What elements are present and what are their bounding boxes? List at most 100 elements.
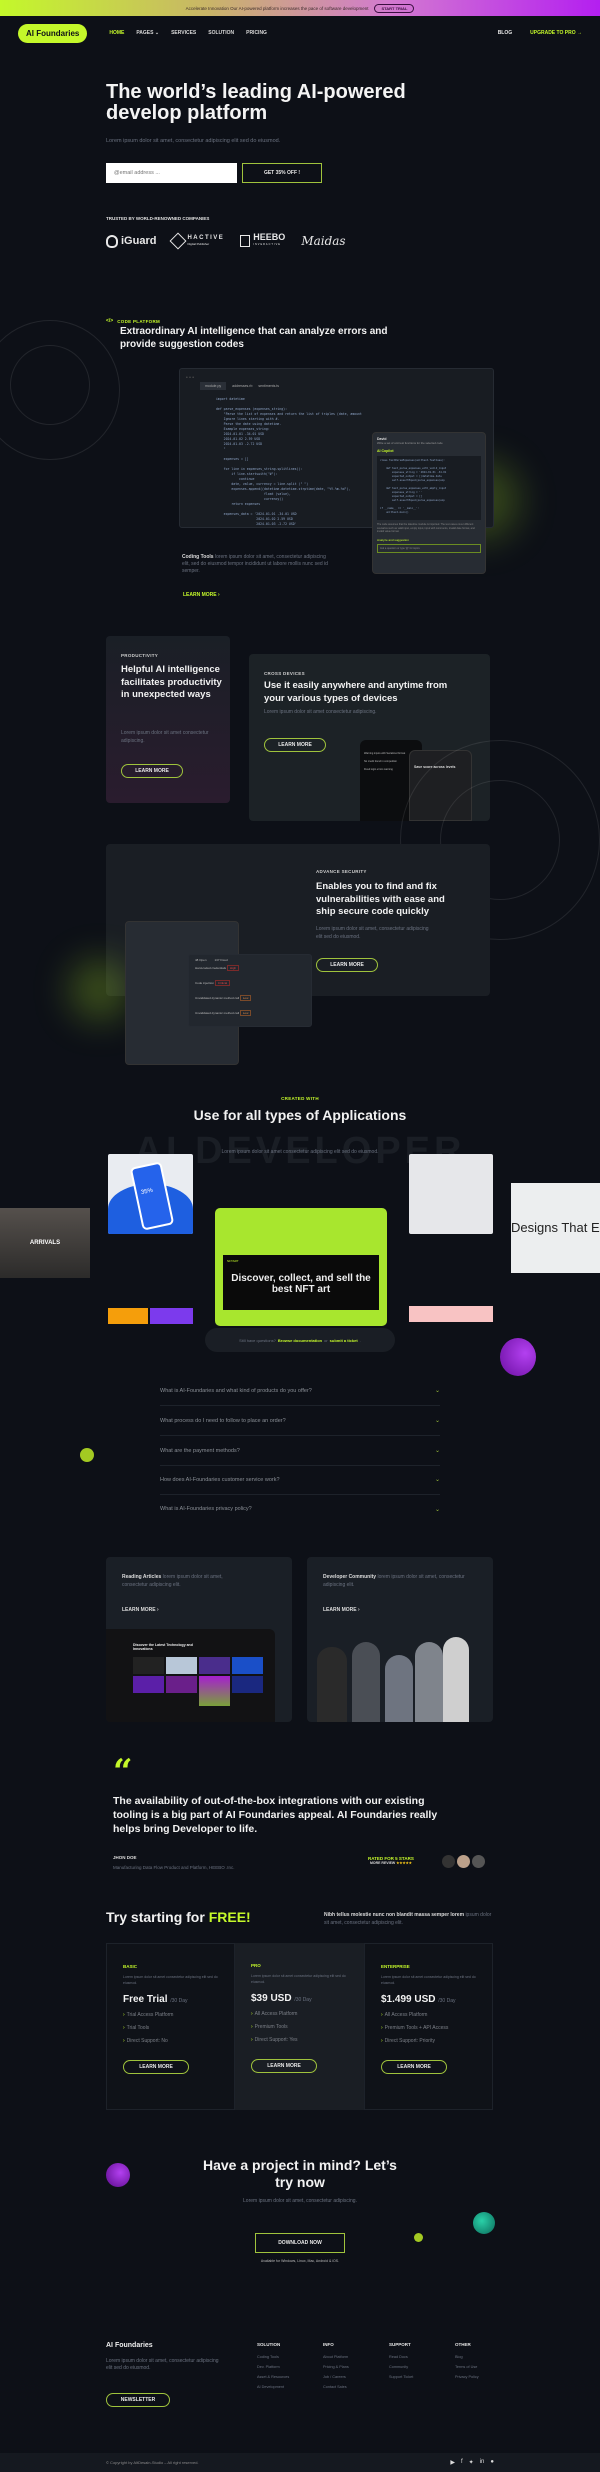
footer-link[interactable]: Job / Careers (323, 2375, 349, 2379)
showcase-dashboard (409, 1154, 493, 1234)
productivity-card: PRODUCTIVITY Helpful AI intelligence fac… (106, 636, 230, 803)
upgrade-to-pro-link[interactable]: UPGRADE TO PRO → (530, 30, 582, 36)
logo[interactable]: AI Foundaries (18, 23, 88, 43)
footer-link[interactable]: Privacy Policy (455, 2375, 479, 2379)
productivity-title: Helpful AI intelligence facilitates prod… (121, 664, 222, 700)
footer-col-info: INFO About Platform Pricing & Plans Job … (323, 2342, 349, 2389)
security-alerts: 48 Open 137 Fixed Hard-coded credentials … (188, 954, 312, 1027)
faq-item[interactable]: How does AI-Foundaries customer service … (160, 1465, 440, 1495)
code-platform-title: Extraordinary AI intelligence that can a… (120, 326, 388, 350)
decor-small-planet (80, 1448, 94, 1462)
showcase-arrivals: ARRIVALS (0, 1208, 90, 1278)
window-dots: • • • (186, 375, 195, 381)
download-now-button[interactable]: DOWNLOAD NOW (255, 2233, 345, 2253)
alert-row[interactable]: Hard-coded credentials High (195, 965, 305, 981)
get-discount-button[interactable]: GET 35% OFF ! (242, 163, 322, 183)
footer-link[interactable]: Blog (455, 2355, 479, 2359)
rating: RATED FOR 5 STARS MORE REVIEW ★★★★★ (368, 1856, 414, 1865)
enterprise-learn-more[interactable]: LEARN MORE (381, 2060, 447, 2074)
learn-more-link[interactable]: LEARN MORE › (183, 592, 220, 598)
showcase-finance-app: 35% (108, 1154, 193, 1234)
productivity-tag: PRODUCTIVITY (121, 653, 159, 658)
footer-link[interactable]: Terms of Use (455, 2365, 479, 2369)
avatar (442, 1855, 455, 1868)
footer-link[interactable]: Pricing & Plans (323, 2365, 349, 2369)
alert-row[interactable]: Code injection Critical (195, 980, 305, 996)
nav-solution[interactable]: SOLUTION (208, 30, 234, 36)
email-input[interactable] (106, 163, 237, 183)
chevron-down-icon: ⌄ (434, 1448, 440, 1454)
applications-tag: CREATED WITH (281, 1096, 319, 1101)
nft-headline: Discover, collect, and sell the best NFT… (231, 1273, 371, 1295)
nav-pages[interactable]: PAGES ⌄ (136, 30, 159, 36)
twitter-icon[interactable]: ✦ (469, 2459, 474, 2466)
footer-brand: AI Foundaries (106, 2342, 153, 2349)
nav-home[interactable]: HOME (109, 30, 124, 36)
cta-text: Lorem ipsum dolor sit amet, consectetur … (243, 2198, 357, 2204)
security-learn-more[interactable]: LEARN MORE (316, 958, 378, 972)
footer-link[interactable]: AI Development (257, 2385, 289, 2389)
faq-item[interactable]: What process do I need to follow to plac… (160, 1406, 440, 1436)
newsletter-button[interactable]: NEWSLETTER (106, 2393, 170, 2407)
productivity-learn-more[interactable]: LEARN MORE (121, 764, 183, 778)
tab-sentiments-ts[interactable]: sentiments.ts (258, 382, 279, 390)
tab-module-py[interactable]: module.py (200, 382, 227, 390)
alert-row[interactable]: Unvalidated dynamic method call Low (195, 995, 305, 1011)
alert-row[interactable]: Unvalidated dynamic method call Low (195, 1010, 305, 1026)
promo-banner: Accelerate Innovation Our AI-powered pla… (0, 0, 600, 16)
more-review-link[interactable]: MORE REVIEW (370, 1861, 395, 1865)
linkedin-icon[interactable]: in (480, 2459, 485, 2466)
star-rating: ★★★★★ (396, 1861, 412, 1865)
footer-link[interactable]: Support Ticket (389, 2375, 413, 2379)
tab-addresses-rb[interactable]: addresses.rb (232, 382, 252, 390)
start-trial-button[interactable]: START TRIAL (374, 3, 415, 13)
heebo-icon (240, 235, 251, 247)
banner-text: Accelerate Innovation Our AI-powered pla… (185, 5, 369, 11)
faq-item[interactable]: What is AI-Foundaries privacy policy? ⌄ (160, 1494, 440, 1524)
decor-purple-orb (106, 2163, 130, 2187)
trusted-label: TRUSTED BY WORLD-RENOWNED COMPANIES (106, 216, 210, 221)
ai-copilot-chat: David Write a set of unit test functions… (372, 432, 486, 574)
chat-bot: AI Copilot (377, 449, 394, 453)
cross-devices-learn-more[interactable]: LEARN MORE (264, 738, 326, 752)
applications-subtitle: Lorem ipsum dolor sit amet consectetur a… (221, 1149, 379, 1155)
avatar (457, 1855, 470, 1868)
facebook-icon[interactable]: f (461, 2459, 463, 2466)
productivity-text: Lorem ipsum dolor sit amet consectetur a… (121, 730, 209, 744)
browse-documentation-link[interactable]: Browse documentation (278, 1338, 322, 1343)
plan-enterprise: ENTERPRISE Lorem ipsum dolor sit amet co… (364, 1943, 493, 2110)
reading-learn-more[interactable]: LEARN MORE › (122, 1607, 159, 1613)
faq-item[interactable]: What is AI-Foundaries and what kind of p… (160, 1376, 440, 1406)
nav-blog[interactable]: BLOG (498, 30, 512, 36)
footer-link[interactable]: Community (389, 2365, 413, 2369)
decor-orbit (0, 320, 120, 460)
youtube-icon[interactable]: ▶ (450, 2459, 455, 2466)
nav-services[interactable]: SERVICES (171, 30, 196, 36)
footer-link[interactable]: Asset & Resources (257, 2375, 289, 2379)
pricing-title: Try starting for FREE! (106, 1909, 251, 1925)
chevron-down-icon: ⌄ (434, 1506, 440, 1513)
laptop-mockup: Discover the Latest Technology and Innov… (106, 1629, 275, 1722)
hero-subtitle: Lorem ipsum dolor sit amet, consectetur … (106, 138, 281, 144)
chat-user-msg: Write a set of unit test functions for t… (377, 441, 443, 445)
basic-learn-more[interactable]: LEARN MORE (123, 2060, 189, 2074)
github-icon[interactable]: ● (490, 2459, 494, 2466)
community-learn-more[interactable]: LEARN MORE › (323, 1607, 360, 1613)
decor-small-dot (414, 2233, 423, 2242)
chat-input[interactable]: Ask a question or type '@' for topics (377, 543, 481, 553)
submit-ticket-link[interactable]: submit a ticket (330, 1338, 358, 1343)
faq-item[interactable]: What are the payment methods? ⌄ (160, 1436, 440, 1466)
showcase-nft: Discover, collect, and sell the best NFT… (215, 1208, 387, 1326)
footer-link[interactable]: Contact Sales (323, 2385, 349, 2389)
footer-link[interactable]: Coding Tools (257, 2355, 289, 2359)
nav-links: HOME PAGES ⌄ SERVICES SOLUTION PRICING (109, 30, 267, 36)
footer-col-solution: SOLUTION Coding Tools Dev. Platform Asse… (257, 2342, 290, 2389)
footer-link[interactable]: Read Docs (389, 2355, 413, 2359)
cross-devices-title: Use it easily anywhere and anytime from … (264, 680, 448, 704)
pro-learn-more[interactable]: LEARN MORE (251, 2059, 317, 2073)
footer-link[interactable]: Dev. Platform (257, 2365, 289, 2369)
plan-feature: › Direct Support: Priority (381, 2038, 435, 2044)
nav-pricing[interactable]: PRICING (246, 30, 267, 36)
brand-hactive: HACTIVE Digital Publisher (169, 232, 224, 250)
footer-link[interactable]: About Platform (323, 2355, 349, 2359)
